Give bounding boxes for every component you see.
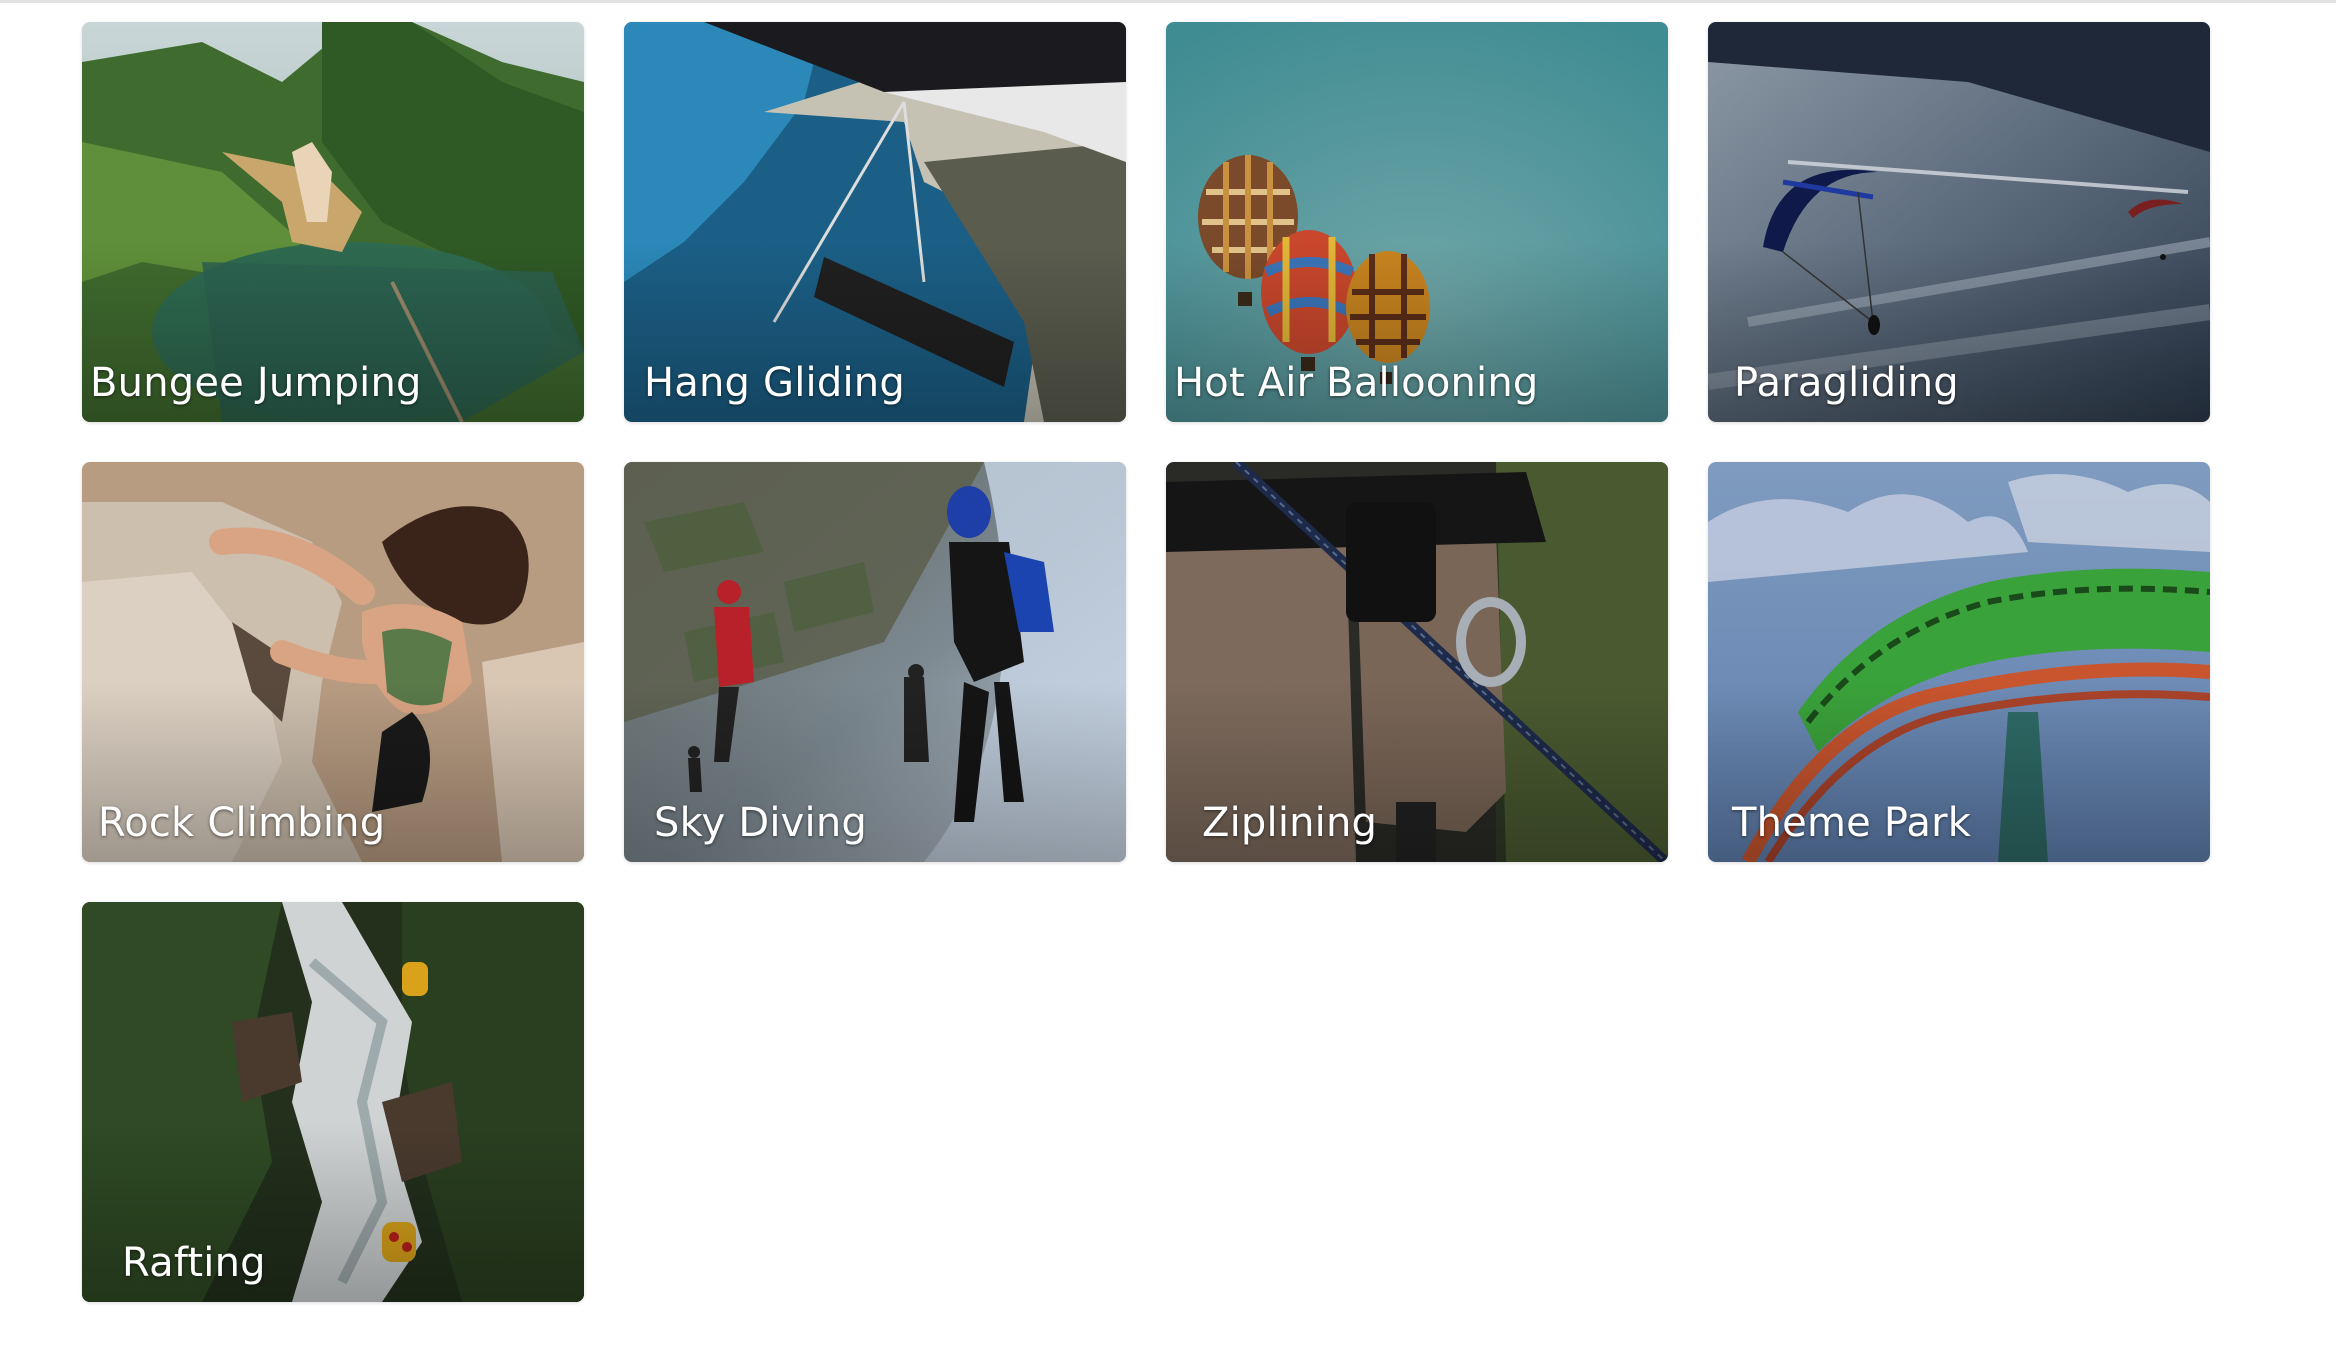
- activity-card-rafting[interactable]: Rafting: [82, 902, 584, 1302]
- activity-card-hang-gliding[interactable]: Hang Gliding: [624, 22, 1126, 422]
- activity-label: Ziplining: [1202, 800, 1378, 846]
- activity-label: Sky Diving: [654, 800, 867, 846]
- activity-card-theme-park[interactable]: Theme Park: [1708, 462, 2210, 862]
- activity-label: Hot Air Ballooning: [1174, 360, 1539, 406]
- activity-card-rock-climbing[interactable]: Rock Climbing: [82, 462, 584, 862]
- activity-label: Theme Park: [1732, 800, 1972, 846]
- activity-card-sky-diving[interactable]: Sky Diving: [624, 462, 1126, 862]
- top-divider: [0, 0, 2336, 3]
- activity-label: Bungee Jumping: [90, 360, 422, 406]
- activity-card-hot-air-ballooning[interactable]: Hot Air Ballooning: [1166, 22, 1668, 422]
- activity-card-ziplining[interactable]: Ziplining: [1166, 462, 1668, 862]
- activity-label: Paragliding: [1734, 360, 1959, 406]
- activity-label: Rafting: [122, 1240, 266, 1286]
- activity-label: Rock Climbing: [98, 800, 386, 846]
- activity-grid: Bungee Jumping Hang Gliding Hot Air Ball…: [82, 22, 2210, 1302]
- activity-label: Hang Gliding: [644, 360, 905, 406]
- activity-card-paragliding[interactable]: Paragliding: [1708, 22, 2210, 422]
- activity-card-bungee-jumping[interactable]: Bungee Jumping: [82, 22, 584, 422]
